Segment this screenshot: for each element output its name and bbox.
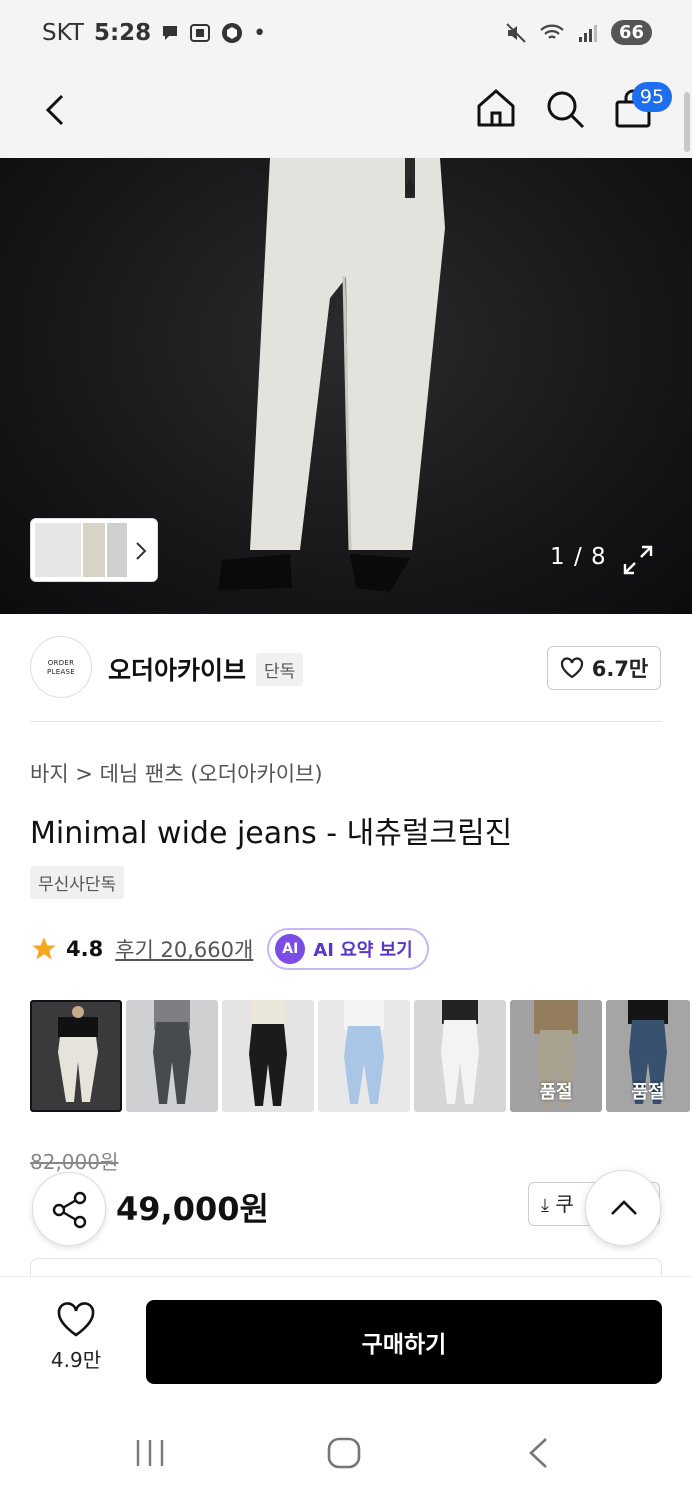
options-panel-edge bbox=[30, 1258, 662, 1278]
search-icon[interactable] bbox=[544, 88, 586, 130]
cart-count-badge: 95 bbox=[632, 82, 672, 112]
app-box-icon bbox=[222, 23, 243, 43]
wishlist-button[interactable]: 4.9만 bbox=[36, 1302, 116, 1373]
share-icon bbox=[52, 1191, 87, 1229]
recent-apps-icon[interactable] bbox=[134, 1438, 166, 1468]
brand-logo-line2: PLEASE bbox=[47, 668, 75, 676]
download-icon: ⤓ bbox=[541, 1195, 549, 1216]
breadcrumb-subcategory[interactable]: 데님 팬츠 (오더아카이브) bbox=[100, 762, 323, 786]
wishlist-count: 4.9만 bbox=[50, 1348, 102, 1372]
notification-dot-icon: • bbox=[253, 20, 267, 46]
share-button[interactable] bbox=[32, 1172, 106, 1246]
home-icon[interactable] bbox=[474, 86, 518, 130]
color-option[interactable] bbox=[318, 1000, 410, 1112]
thumbnail-1[interactable] bbox=[35, 523, 81, 577]
color-option[interactable] bbox=[30, 1000, 122, 1112]
app-header bbox=[0, 70, 692, 158]
brand-like-button[interactable]: 6.7만 bbox=[547, 646, 661, 690]
heart-icon bbox=[560, 657, 583, 679]
brand-logo[interactable]: ORDER PLEASE bbox=[30, 636, 92, 698]
original-price: 82,000원 bbox=[30, 1150, 119, 1174]
back-nav-icon[interactable] bbox=[526, 1436, 550, 1470]
heart-icon bbox=[57, 1302, 95, 1337]
rating-row: 4.8 후기 20,660개 AI AI 요약 보기 bbox=[30, 928, 429, 970]
status-bar: SKT 5:28 • 66 bbox=[0, 0, 692, 70]
brand-exclusive-tag: 단독 bbox=[256, 652, 304, 686]
scrollbar[interactable] bbox=[684, 92, 690, 152]
system-nav-bar bbox=[0, 1400, 692, 1500]
star-icon bbox=[32, 937, 56, 960]
home-nav-icon[interactable] bbox=[326, 1436, 362, 1470]
message-icon bbox=[163, 26, 178, 40]
brand-logo-line1: ORDER bbox=[47, 659, 75, 667]
thumbnail-2[interactable] bbox=[83, 523, 105, 577]
gallery-thumbnail-strip[interactable] bbox=[30, 518, 158, 582]
product-title: Minimal wide jeans - 내츄럴크림진 bbox=[30, 816, 513, 851]
battery-icon: 66 bbox=[610, 20, 652, 45]
soldout-label: 품절 bbox=[539, 1082, 573, 1103]
exclusive-badge: 무신사단독 bbox=[30, 866, 125, 899]
ai-summary-button[interactable]: AI AI 요약 보기 bbox=[267, 928, 429, 970]
reviews-link[interactable]: 후기 20,660개 bbox=[115, 934, 253, 964]
color-option[interactable]: 품절 bbox=[606, 1000, 690, 1112]
thumbnail-3[interactable] bbox=[107, 523, 127, 577]
mute-icon bbox=[506, 22, 526, 43]
status-right: 66 bbox=[505, 20, 652, 45]
color-option[interactable] bbox=[126, 1000, 218, 1112]
chevron-up-icon bbox=[611, 1200, 637, 1215]
coupon-label: 쿠 bbox=[555, 1192, 574, 1216]
screenshot-icon bbox=[190, 24, 211, 42]
rating-value: 4.8 bbox=[66, 937, 104, 961]
status-left: SKT 5:28 • bbox=[42, 20, 266, 46]
divider bbox=[30, 721, 662, 722]
scroll-top-button[interactable] bbox=[585, 1170, 661, 1246]
breadcrumb[interactable]: 바지 > 데님 팬츠 (오더아카이브) bbox=[30, 758, 323, 788]
ai-badge-icon: AI bbox=[275, 934, 306, 964]
buy-button[interactable]: 구매하기 bbox=[146, 1300, 662, 1384]
image-counter: 1 / 8 bbox=[550, 544, 607, 570]
expand-icon[interactable] bbox=[622, 544, 654, 576]
ai-summary-label: AI 요약 보기 bbox=[313, 940, 413, 961]
brand-name[interactable]: 오더아카이브 단독 bbox=[108, 651, 304, 687]
brand-name-text[interactable]: 오더아카이브 bbox=[108, 651, 246, 687]
signal-icon bbox=[578, 24, 597, 42]
color-option[interactable] bbox=[414, 1000, 506, 1112]
chevron-right-icon[interactable] bbox=[135, 541, 147, 561]
wifi-icon bbox=[540, 24, 564, 39]
breadcrumb-category[interactable]: 바지 bbox=[30, 762, 69, 786]
clock: 5:28 bbox=[93, 20, 152, 46]
color-option[interactable] bbox=[222, 1000, 314, 1112]
soldout-label: 품절 bbox=[631, 1082, 665, 1103]
color-option[interactable]: 품절 bbox=[510, 1000, 602, 1112]
back-icon[interactable] bbox=[40, 92, 70, 128]
carrier-label: SKT bbox=[42, 20, 84, 46]
color-options: 품절 품절 bbox=[30, 1000, 690, 1112]
brand-like-count: 6.7만 bbox=[591, 657, 649, 681]
breadcrumb-separator-icon: > bbox=[75, 762, 100, 786]
sale-price: 49,000원 bbox=[116, 1190, 269, 1228]
